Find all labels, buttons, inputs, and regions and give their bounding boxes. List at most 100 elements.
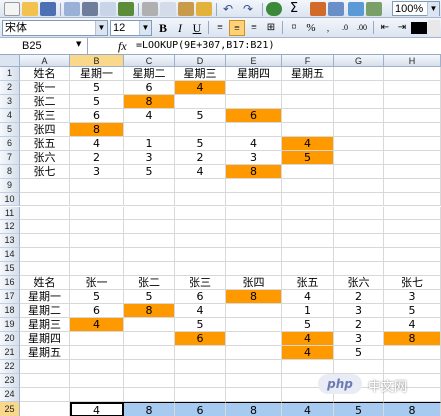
table2-value-cell[interactable]: 5 <box>282 318 334 333</box>
cell[interactable] <box>20 262 70 277</box>
cell[interactable] <box>384 67 441 81</box>
cell[interactable] <box>334 192 384 207</box>
cell[interactable] <box>384 206 441 221</box>
table2-header-cell[interactable]: 张三 <box>175 276 226 291</box>
cell[interactable] <box>334 108 384 123</box>
row-header-15[interactable]: 15 <box>0 262 20 277</box>
table1-value-cell[interactable]: 1 <box>124 136 175 151</box>
cell[interactable] <box>282 262 334 277</box>
chevron-down-icon[interactable]: ▼ <box>139 21 151 35</box>
table1-name-cell[interactable]: 张二 <box>20 94 70 109</box>
cell[interactable] <box>282 248 334 263</box>
percent-button[interactable]: % <box>303 20 319 36</box>
column-header-f[interactable]: F <box>282 55 334 67</box>
format-painter-icon[interactable] <box>196 2 212 16</box>
cell[interactable] <box>124 220 175 235</box>
cell[interactable] <box>282 234 334 249</box>
row-header-2[interactable]: 2 <box>0 80 20 95</box>
table1-value-cell[interactable] <box>226 94 282 109</box>
cell[interactable] <box>20 401 70 416</box>
chart-wizard-icon[interactable] <box>348 2 364 16</box>
table2-day-cell[interactable]: 星期五 <box>20 346 70 360</box>
result-cell[interactable]: 8 <box>226 401 282 416</box>
table1-value-cell[interactable]: 6 <box>124 80 175 95</box>
table2-value-cell[interactable]: 6 <box>175 332 226 346</box>
permission-icon[interactable] <box>64 2 80 16</box>
column-header-c[interactable]: C <box>124 55 175 67</box>
table2-value-cell[interactable]: 4 <box>70 318 124 333</box>
cell[interactable] <box>175 262 226 277</box>
cell[interactable] <box>70 178 124 193</box>
table2-value-cell[interactable]: 4 <box>175 304 226 319</box>
table2-value-cell[interactable] <box>384 346 441 360</box>
name-box[interactable]: B25 <box>0 38 88 54</box>
table1-value-cell[interactable]: 8 <box>70 122 124 137</box>
decrease-decimal-icon[interactable]: .00 <box>354 20 370 36</box>
cell[interactable] <box>124 359 175 374</box>
cell[interactable] <box>124 262 175 277</box>
cell[interactable] <box>226 192 282 207</box>
cell[interactable] <box>175 234 226 249</box>
save-icon[interactable] <box>40 2 56 16</box>
table2-value-cell[interactable] <box>124 332 175 346</box>
cell[interactable] <box>20 234 70 249</box>
cell[interactable] <box>334 359 384 374</box>
row-header-3[interactable]: 3 <box>0 94 20 109</box>
column-header-d[interactable]: D <box>175 55 226 67</box>
align-left-icon[interactable]: ≡ <box>212 20 228 36</box>
cell[interactable] <box>175 178 226 193</box>
table2-value-cell[interactable] <box>70 346 124 360</box>
row-header-23[interactable]: 23 <box>0 373 20 388</box>
table1-value-cell[interactable]: 8 <box>124 94 175 109</box>
sort-ascending-icon[interactable] <box>310 2 326 16</box>
cell[interactable] <box>384 150 441 165</box>
table1-value-cell[interactable]: 2 <box>70 150 124 165</box>
table2-value-cell[interactable]: 2 <box>334 318 384 333</box>
cell[interactable] <box>124 373 175 388</box>
cell[interactable] <box>282 220 334 235</box>
cell[interactable] <box>175 387 226 402</box>
fill-color-icon[interactable] <box>428 20 440 36</box>
column-header-a[interactable]: A <box>20 55 70 67</box>
select-all-corner[interactable] <box>0 55 20 67</box>
cell[interactable] <box>20 359 70 374</box>
row-header-1[interactable]: 1 <box>0 67 20 81</box>
open-folder-icon[interactable] <box>22 2 38 16</box>
table2-header-cell[interactable]: 张六 <box>334 276 384 291</box>
cell[interactable] <box>226 248 282 263</box>
font-size-combo[interactable]: 12 ▼ <box>110 20 152 36</box>
table2-value-cell[interactable]: 2 <box>334 290 384 305</box>
cell[interactable] <box>226 206 282 221</box>
table2-value-cell[interactable]: 5 <box>334 346 384 360</box>
table2-header-cell[interactable]: 张一 <box>70 276 124 291</box>
row-header-8[interactable]: 8 <box>0 164 20 179</box>
table2-value-cell[interactable]: 5 <box>175 318 226 333</box>
table1-name-cell[interactable]: 张三 <box>20 108 70 123</box>
row-header-10[interactable]: 10 <box>0 192 20 207</box>
cell[interactable] <box>334 178 384 193</box>
table1-value-cell[interactable] <box>226 80 282 95</box>
table2-value-cell[interactable]: 3 <box>384 290 441 305</box>
print-preview-icon[interactable] <box>100 2 116 16</box>
table2-day-cell[interactable]: 星期二 <box>20 304 70 319</box>
chevron-down-icon[interactable]: ▼ <box>76 40 81 48</box>
table2-value-cell[interactable]: 8 <box>226 290 282 305</box>
cell[interactable] <box>334 164 384 179</box>
bold-button[interactable]: B <box>155 20 171 36</box>
cell[interactable] <box>70 373 124 388</box>
table1-value-cell[interactable] <box>175 94 226 109</box>
table2-header-cell[interactable]: 张四 <box>226 276 282 291</box>
cell[interactable] <box>175 220 226 235</box>
zoom-combo[interactable]: 100% ▼ <box>392 1 440 16</box>
table2-header-cell[interactable]: 姓名 <box>20 276 70 291</box>
font-name-combo[interactable]: 宋体 ▼ <box>2 20 108 36</box>
column-header-b[interactable]: B <box>70 55 124 67</box>
table1-header-cell[interactable]: 星期五 <box>282 67 334 81</box>
cell[interactable] <box>282 178 334 193</box>
row-header-6[interactable]: 6 <box>0 136 20 151</box>
table1-value-cell[interactable]: 4 <box>226 136 282 151</box>
row-header-20[interactable]: 20 <box>0 332 20 346</box>
table2-value-cell[interactable] <box>124 346 175 360</box>
borders-icon[interactable] <box>411 22 427 34</box>
cell[interactable] <box>334 150 384 165</box>
